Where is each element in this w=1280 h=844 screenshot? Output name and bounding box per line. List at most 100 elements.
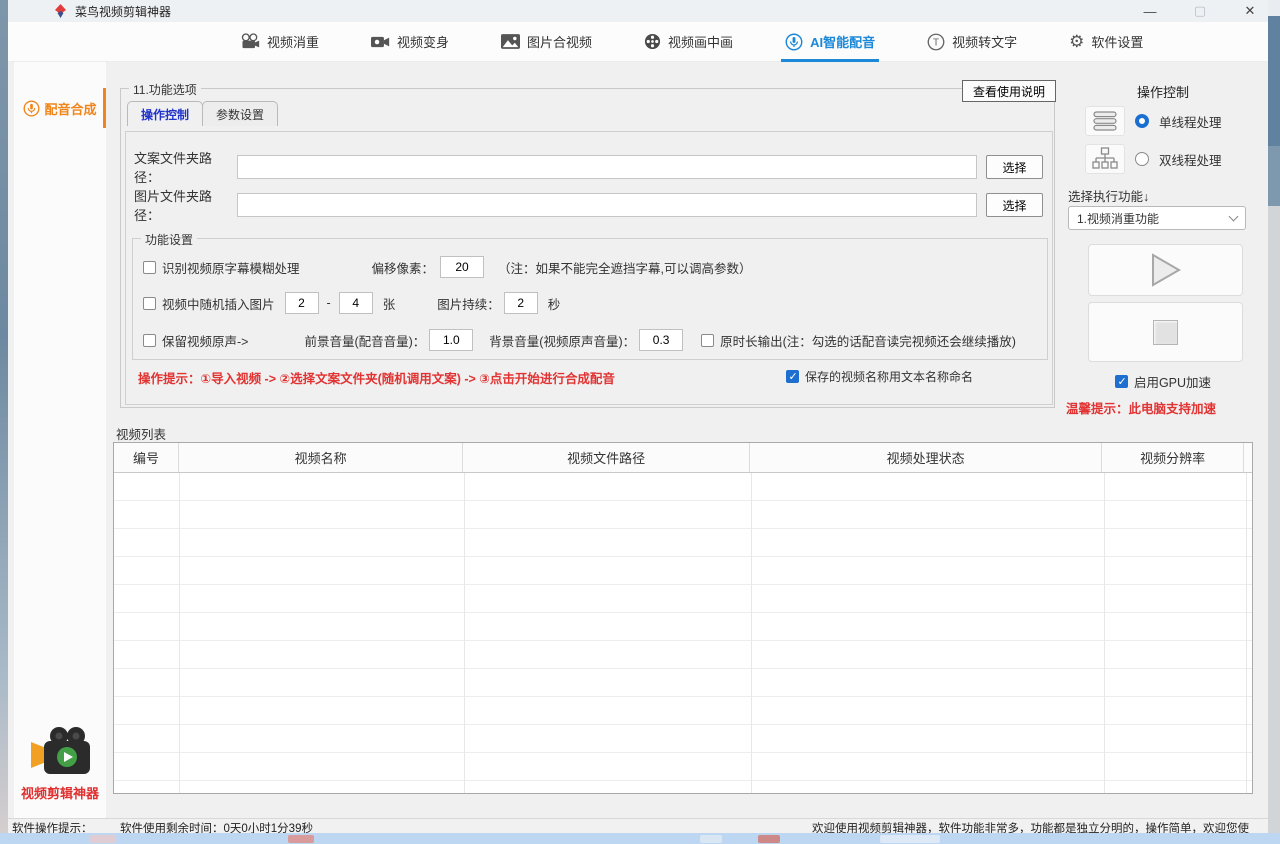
minimize-button[interactable]: — [1142, 4, 1158, 19]
stack-icon [1092, 110, 1118, 132]
save-name-checkbox[interactable] [786, 370, 799, 383]
close-button[interactable]: ✕ [1242, 3, 1258, 19]
app-logo-icon [54, 4, 67, 18]
nav-tab-image-to-video[interactable]: 图片合视频 [501, 22, 592, 62]
window-title: 菜鸟视频剪辑神器 [75, 3, 171, 20]
function-dropdown[interactable]: 1.视频消重功能 [1068, 206, 1246, 230]
desktop-taskbar [0, 833, 1280, 844]
stop-button[interactable] [1088, 302, 1243, 362]
function-options-group: 11.功能选项 查看使用说明 操作控制 参数设置 文案文件夹路径： 选择 图片文… [120, 88, 1055, 408]
letter-t-circle-icon: T [927, 33, 945, 51]
blur-subtitle-label: 识别视频原字幕模糊处理 [162, 258, 300, 277]
offset-pixels-label: 偏移像素： [372, 258, 435, 277]
nav-tab-ai-dubbing[interactable]: AI智能配音 [785, 22, 875, 62]
video-list-title: 视频列表 [116, 424, 170, 443]
sidebar-item-dubbing-synthesis[interactable]: 配音合成 [14, 86, 106, 130]
single-thread-radio[interactable] [1135, 114, 1149, 128]
image-icon [501, 34, 520, 49]
background-volume-input[interactable] [639, 329, 683, 351]
video-list-body[interactable] [114, 473, 1252, 793]
original-duration-label: 原时长输出(注：勾选的话配音读完视频还会继续播放) [720, 331, 1016, 350]
camera-logo-icon [29, 726, 91, 776]
gpu-hint: 温馨提示：此电脑支持加速 [1066, 398, 1216, 417]
keep-original-audio-checkbox[interactable] [143, 334, 156, 347]
nav-tab-settings[interactable]: ⚙ 软件设置 [1069, 22, 1143, 62]
start-button[interactable] [1088, 244, 1243, 296]
image-folder-label: 图片文件夹路径： [134, 186, 237, 224]
background-window-right-edge [1268, 0, 1280, 833]
film-reel-icon [644, 33, 661, 50]
blur-subtitle-checkbox[interactable] [143, 261, 156, 274]
tab-operation-control[interactable]: 操作控制 [127, 101, 203, 126]
insert-images-label: 视频中随机插入图片 [162, 294, 275, 313]
svg-text:T: T [933, 37, 939, 48]
gpu-acceleration-checkbox[interactable] [1115, 375, 1128, 388]
function-settings-group: 功能设置 识别视频原字幕模糊处理 偏移像素： （注：如果不能完全遮挡字幕,可以调… [132, 238, 1048, 360]
col-resolution: 视频分辨率 [1102, 443, 1244, 472]
col-scroll-gutter [1244, 443, 1252, 472]
col-video-name: 视频名称 [179, 443, 464, 472]
background-window-left-edge [0, 0, 8, 844]
insert-unit-label: 张 [383, 294, 396, 313]
image-folder-input[interactable] [237, 193, 977, 217]
offset-note: （注：如果不能完全遮挡字幕,可以调高参数） [498, 258, 751, 277]
operation-hint: 操作提示：①导入视频 -> ②选择文案文件夹(随机调用文案) -> ③点击开始进… [138, 368, 615, 387]
duration-unit-label: 秒 [548, 294, 561, 313]
col-number: 编号 [114, 443, 179, 472]
range-dash: - [327, 296, 331, 310]
titlebar: 菜鸟视频剪辑神器 — ▢ ✕ [8, 0, 1268, 22]
foreground-volume-label: 前景音量(配音音量)： [304, 331, 425, 350]
select-function-label: 选择执行功能↓ [1068, 186, 1149, 205]
video-list-header: 编号 视频名称 视频文件路径 视频处理状态 视频分辨率 [114, 443, 1252, 473]
insert-min-input[interactable] [285, 292, 319, 314]
dual-thread-radio[interactable] [1135, 152, 1149, 166]
view-instructions-button[interactable]: 查看使用说明 [962, 80, 1056, 102]
tab-parameter-settings[interactable]: 参数设置 [202, 101, 278, 126]
tree-icon [1092, 147, 1118, 171]
background-volume-label: 背景音量(视频原声音量)： [489, 331, 635, 350]
play-icon [1151, 253, 1181, 287]
keep-original-audio-label: 保留视频原声-> [162, 331, 248, 350]
col-status: 视频处理状态 [750, 443, 1102, 472]
nav-tab-video-transform[interactable]: 视频变身 [371, 22, 449, 62]
sidebar: 配音合成 视频剪辑神器 [14, 62, 106, 818]
col-file-path: 视频文件路径 [463, 443, 750, 472]
single-thread-label: 单线程处理 [1159, 112, 1222, 131]
single-thread-chip [1085, 106, 1125, 136]
insert-max-input[interactable] [339, 292, 373, 314]
maximize-button[interactable]: ▢ [1192, 3, 1208, 19]
movie-camera-icon [240, 33, 260, 50]
microphone-icon [23, 100, 40, 117]
image-duration-input[interactable] [504, 292, 538, 314]
gear-icon: ⚙ [1069, 33, 1084, 50]
gpu-acceleration-label: 启用GPU加速 [1134, 372, 1211, 391]
control-panel-title: 操作控制 [1065, 82, 1261, 101]
foreground-volume-input[interactable] [429, 329, 473, 351]
original-duration-checkbox[interactable] [701, 334, 714, 347]
top-nav: 视频消重 视频变身 图片合视频 视频画中画 [8, 22, 1268, 62]
text-folder-input[interactable] [237, 155, 977, 179]
statusbar: 软件操作提示： 软件使用剩余时间：0天0小时1分39秒 欢迎使用视频剪辑神器，软… [8, 818, 1268, 833]
text-folder-label: 文案文件夹路径： [134, 148, 237, 186]
nav-tab-video-pip[interactable]: 视频画中画 [644, 22, 733, 62]
operation-control-pane: 文案文件夹路径： 选择 图片文件夹路径： 选择 功能设置 识别视频原字幕模糊处理… [125, 131, 1053, 405]
save-name-label: 保存的视频名称用文本名称命名 [805, 368, 973, 385]
video-list-table: 编号 视频名称 视频文件路径 视频处理状态 视频分辨率 [113, 442, 1253, 794]
panel-tabstrip: 操作控制 参数设置 [127, 101, 277, 126]
function-settings-title: 功能设置 [141, 231, 197, 248]
gpu-row: 启用GPU加速 [1065, 372, 1261, 391]
image-folder-browse-button[interactable]: 选择 [986, 193, 1043, 217]
brand-logo: 视频剪辑神器 [14, 726, 106, 802]
text-folder-browse-button[interactable]: 选择 [986, 155, 1043, 179]
function-dropdown-value: 1.视频消重功能 [1077, 210, 1159, 227]
brand-caption: 视频剪辑神器 [14, 783, 106, 802]
function-options-title: 11.功能选项 [129, 81, 201, 98]
microphone-circle-icon [785, 33, 803, 51]
insert-images-checkbox[interactable] [143, 297, 156, 310]
video-camera-icon [371, 35, 390, 49]
chevron-down-icon [1229, 211, 1239, 221]
nav-tab-video-to-text[interactable]: T 视频转文字 [927, 22, 1017, 62]
nav-tab-video-dedup[interactable]: 视频消重 [240, 22, 319, 62]
offset-pixels-input[interactable] [440, 256, 484, 278]
stop-icon [1153, 320, 1178, 345]
